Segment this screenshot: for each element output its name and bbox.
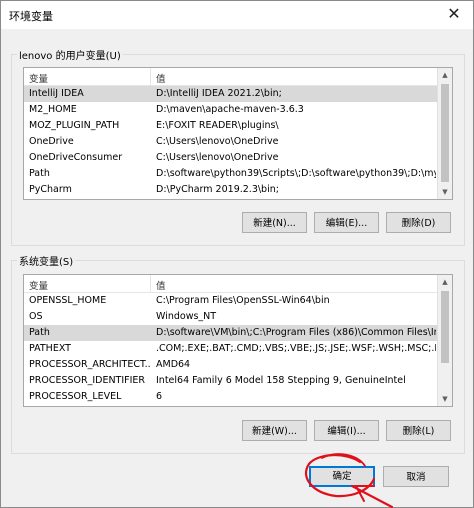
table-row[interactable]: Path D:\software\python39\Scripts\;D:\sof… xyxy=(24,166,437,182)
system-new-button[interactable]: 新建(W)... xyxy=(242,420,307,441)
scroll-up-icon[interactable]: ▲ xyxy=(438,68,452,82)
system-list-header: 变量 值 xyxy=(24,275,437,293)
user-variables-list[interactable]: 变量 值 IntelliJ IDEA D:\IntelliJ IDEA 2021.… xyxy=(23,67,453,200)
system-delete-button[interactable]: 删除(L) xyxy=(386,420,451,441)
table-row[interactable]: M2_HOME D:\maven\apache-maven-3.6.3 xyxy=(24,102,437,118)
variable-name: PATHEXT xyxy=(29,343,71,354)
variable-name: PyCharm xyxy=(29,184,72,195)
user-edit-button[interactable]: 编辑(E)... xyxy=(314,212,379,233)
column-header-variable[interactable]: 变量 xyxy=(29,71,48,85)
variable-value: D:\IntelliJ IDEA 2021.2\bin; xyxy=(156,88,282,99)
table-row[interactable]: IntelliJ IDEA D:\IntelliJ IDEA 2021.2\bin… xyxy=(24,86,437,102)
user-variables-label: lenovo 的用户变量(U) xyxy=(17,47,123,62)
column-divider[interactable] xyxy=(150,275,151,292)
user-list-header: 变量 值 xyxy=(24,68,437,86)
variable-value: Intel64 Family 6 Model 158 Stepping 9, G… xyxy=(156,375,406,386)
variable-name: Path xyxy=(29,327,50,338)
variable-name: PROCESSOR_ARCHITECT... xyxy=(29,359,151,370)
variable-name: PROCESSOR_LEVEL xyxy=(29,391,122,402)
table-row[interactable]: PyCharm D:\PyCharm 2019.2.3\bin; xyxy=(24,182,437,198)
column-header-value[interactable]: 值 xyxy=(156,278,166,292)
system-variables-list[interactable]: 变量 值 OPENSSL_HOME C:\Program Files\OpenSS… xyxy=(23,274,453,407)
scrollbar-thumb[interactable] xyxy=(441,84,449,182)
variable-value: D:\software\python39\Scripts\;D:\softwar… xyxy=(156,168,436,179)
variable-value: E:\FOXIT READER\plugins\ xyxy=(156,120,279,131)
variable-name: Path xyxy=(29,168,50,179)
window-title: 环境变量 xyxy=(9,10,53,23)
ok-button[interactable]: 确定 xyxy=(309,466,375,487)
scroll-down-icon[interactable]: ▼ xyxy=(438,392,452,406)
table-row[interactable]: OneDrive C:\Users\lenovo\OneDrive xyxy=(24,134,437,150)
user-delete-button[interactable]: 删除(D) xyxy=(386,212,451,233)
variable-name: M2_HOME xyxy=(29,104,77,115)
column-header-value[interactable]: 值 xyxy=(156,71,166,85)
user-new-button[interactable]: 新建(N)... xyxy=(242,212,307,233)
scroll-up-icon[interactable]: ▲ xyxy=(438,275,452,289)
column-divider[interactable] xyxy=(150,68,151,85)
user-list-scrollbar[interactable]: ▲ ▼ xyxy=(437,68,452,199)
table-row[interactable]: MOZ_PLUGIN_PATH E:\FOXIT READER\plugins\ xyxy=(24,118,437,134)
system-variables-label: 系统变量(S) xyxy=(17,253,76,268)
title-bar[interactable]: 环境变量 ✕ xyxy=(1,1,473,29)
variable-name: OPENSSL_HOME xyxy=(29,295,107,306)
scrollbar-thumb[interactable] xyxy=(441,291,449,363)
table-row[interactable]: PATHEXT .COM;.EXE;.BAT;.CMD;.VBS;.VBE;.JS… xyxy=(24,341,437,357)
table-row[interactable]: OPENSSL_HOME C:\Program Files\OpenSSL-Win… xyxy=(24,293,437,309)
variable-name: IntelliJ IDEA xyxy=(29,88,84,99)
variable-name: OneDrive xyxy=(29,136,74,147)
variable-value: D:\software\VM\bin\;C:\Program Files (x8… xyxy=(156,327,436,338)
variable-name: MOZ_PLUGIN_PATH xyxy=(29,120,120,131)
variable-name: OS xyxy=(29,311,43,322)
environment-variables-dialog: 环境变量 ✕ lenovo 的用户变量(U) 变量 值 IntelliJ IDE… xyxy=(0,0,474,508)
cancel-button[interactable]: 取消 xyxy=(383,466,449,487)
variable-value: Windows_NT xyxy=(156,311,217,322)
variable-name: PROCESSOR_IDENTIFIER xyxy=(29,375,146,386)
variable-value: C:\Users\lenovo\OneDrive xyxy=(156,136,279,147)
table-row[interactable]: PROCESSOR_ARCHITECT... AMD64 xyxy=(24,357,437,373)
variable-value: C:\Users\lenovo\OneDrive xyxy=(156,152,279,163)
system-edit-button[interactable]: 编辑(I)... xyxy=(314,420,379,441)
variable-value: 6 xyxy=(156,391,163,402)
table-row[interactable]: Path D:\software\VM\bin\;C:\Program Files… xyxy=(24,325,437,341)
column-header-variable[interactable]: 变量 xyxy=(29,278,48,292)
variable-value: C:\Program Files\OpenSSL-Win64\bin xyxy=(156,295,330,306)
system-list-scrollbar[interactable]: ▲ ▼ xyxy=(437,275,452,406)
variable-name: OneDriveConsumer xyxy=(29,152,123,163)
variable-value: AMD64 xyxy=(156,359,191,370)
table-row[interactable]: PROCESSOR_LEVEL 6 xyxy=(24,389,437,405)
close-icon[interactable]: ✕ xyxy=(445,5,463,23)
scroll-down-icon[interactable]: ▼ xyxy=(438,185,452,199)
variable-value: D:\PyCharm 2019.2.3\bin; xyxy=(156,184,279,195)
variable-value: .COM;.EXE;.BAT;.CMD;.VBS;.VBE;.JS;.JSE;.… xyxy=(156,343,436,354)
table-row[interactable]: PROCESSOR_IDENTIFIER Intel64 Family 6 Mod… xyxy=(24,373,437,389)
variable-value: D:\maven\apache-maven-3.6.3 xyxy=(156,104,304,115)
table-row[interactable]: OS Windows_NT xyxy=(24,309,437,325)
table-row[interactable]: OneDriveConsumer C:\Users\lenovo\OneDrive xyxy=(24,150,437,166)
